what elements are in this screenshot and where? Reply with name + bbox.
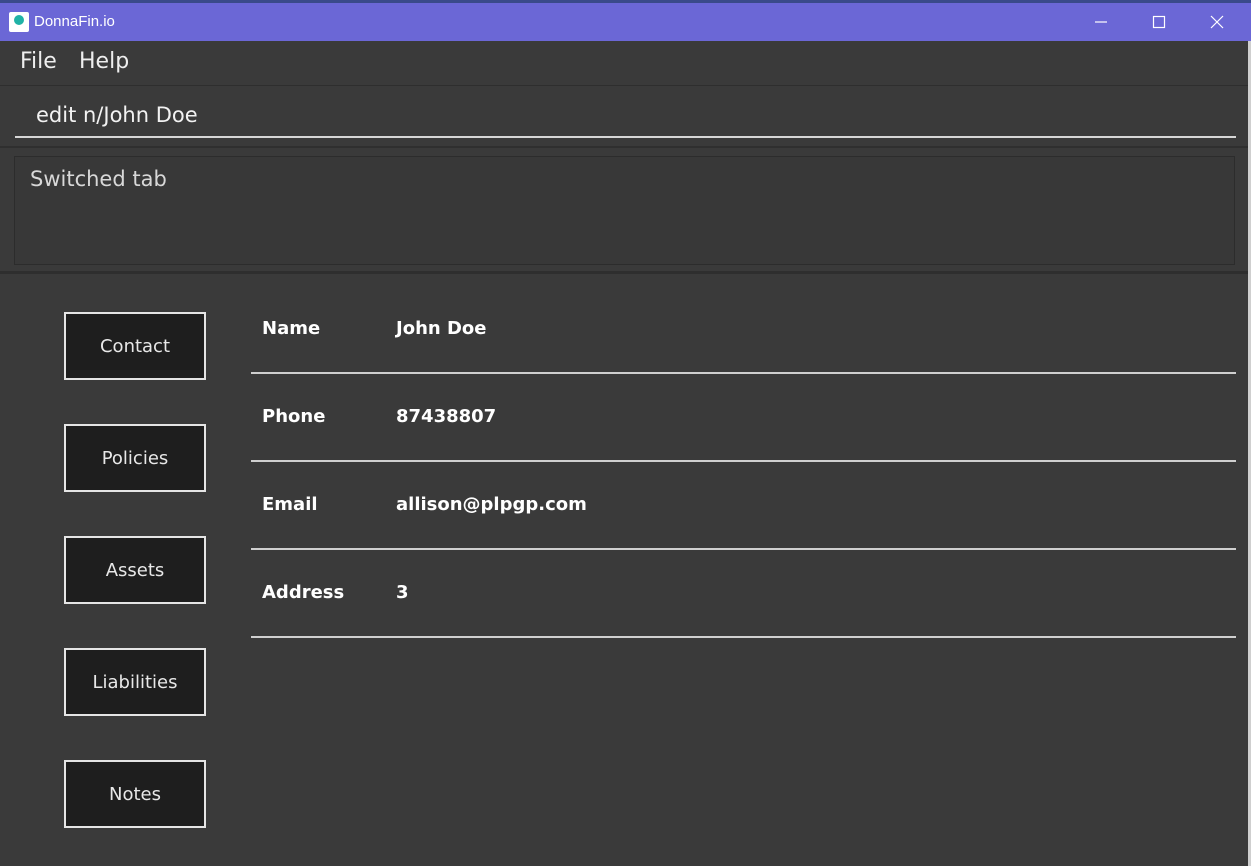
close-button[interactable] (1188, 3, 1246, 41)
tab-assets[interactable]: Assets (64, 536, 206, 604)
phone-label: Phone (262, 406, 326, 427)
email-label: Email (262, 494, 318, 515)
menu-help[interactable]: Help (79, 49, 129, 74)
maximize-button[interactable] (1130, 3, 1188, 41)
close-icon (1210, 15, 1224, 29)
window-title: DonnaFin.io (34, 13, 115, 30)
app-window: DonnaFin.io File Help Switched tab Conta… (0, 0, 1251, 866)
contact-row-address: Address 3 (251, 550, 1236, 638)
maximize-icon (1152, 15, 1166, 29)
contact-row-phone: Phone 87438807 (251, 374, 1236, 462)
tab-contact[interactable]: Contact (64, 312, 206, 380)
tab-liabilities[interactable]: Liabilities (64, 648, 206, 716)
tab-policies[interactable]: Policies (64, 424, 206, 492)
phone-value: 87438807 (396, 406, 497, 427)
address-label: Address (262, 582, 345, 603)
menu-bar: File Help (0, 41, 1251, 86)
contact-row-name: Name John Doe (251, 286, 1236, 374)
menu-file[interactable]: File (20, 49, 57, 74)
title-bar[interactable]: DonnaFin.io (0, 3, 1251, 41)
tab-notes[interactable]: Notes (64, 760, 206, 828)
command-input[interactable] (15, 94, 1236, 138)
name-value: John Doe (396, 318, 487, 339)
result-message: Switched tab (30, 167, 167, 191)
app-logo-icon (9, 12, 29, 32)
email-value: allison@plpgp.com (396, 494, 587, 515)
divider (0, 271, 1251, 274)
name-label: Name (262, 318, 321, 339)
minimize-icon (1095, 21, 1107, 23)
contact-row-email: Email allison@plpgp.com (251, 462, 1236, 550)
address-value: 3 (396, 582, 409, 603)
result-display: Switched tab (14, 156, 1235, 265)
command-box (0, 86, 1251, 148)
minimize-button[interactable] (1072, 3, 1130, 41)
